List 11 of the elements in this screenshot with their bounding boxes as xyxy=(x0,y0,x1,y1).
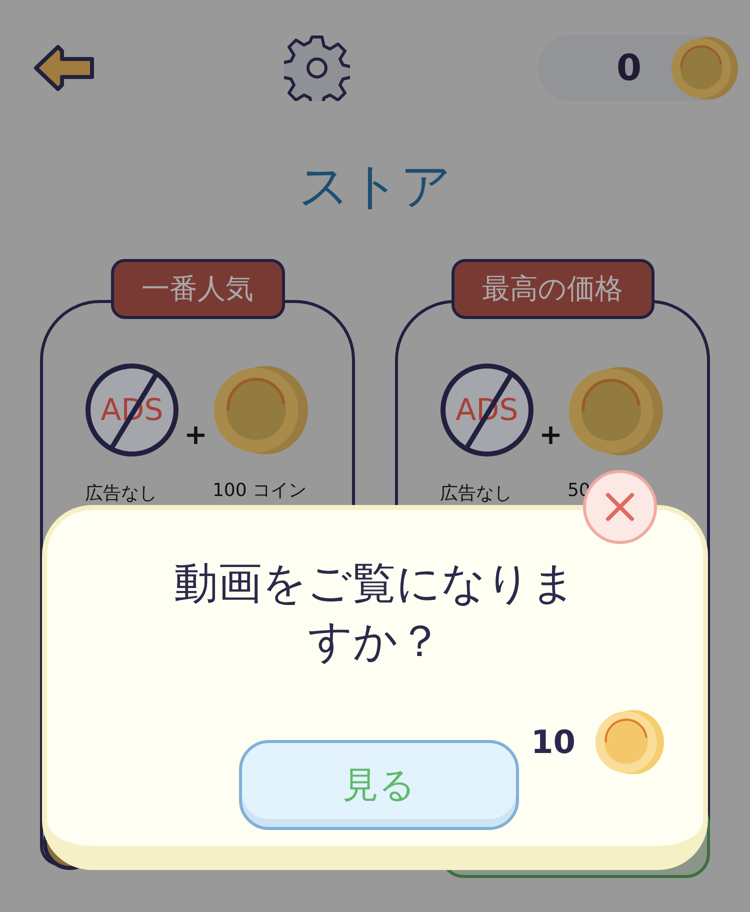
store-title: ストア xyxy=(298,156,452,217)
offer-badge: 一番人気 xyxy=(110,259,284,319)
coin-balance: 0 xyxy=(615,48,643,88)
offer-caption: 広告なし xyxy=(440,482,512,505)
offer-badge: 最高の価格 xyxy=(451,259,654,319)
offer-caption: 100 コイン xyxy=(212,479,307,502)
plus-sign: + xyxy=(539,418,562,450)
reward-amount: 10 xyxy=(531,723,576,762)
dialog-message: 動画をご覧になりますか？ xyxy=(173,557,577,669)
plus-sign: + xyxy=(184,418,208,450)
offer-caption: 広告なし xyxy=(85,482,157,505)
